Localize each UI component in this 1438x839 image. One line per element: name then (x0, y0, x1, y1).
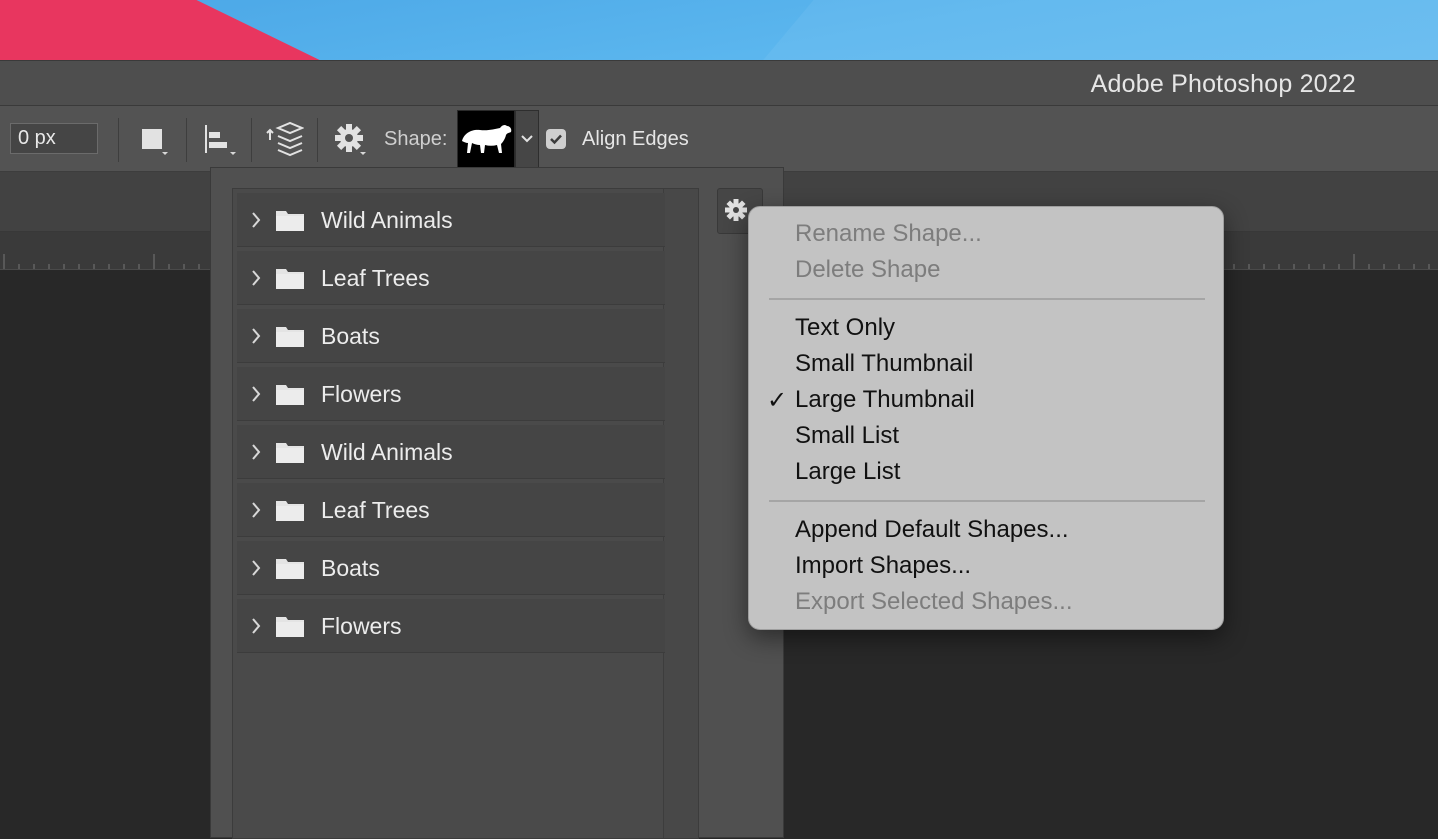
title-bar: Adobe Photoshop 2022 (0, 60, 1438, 106)
checkmark-icon: ✓ (767, 387, 788, 414)
list-scrollbar[interactable] (663, 189, 698, 838)
toolbar-separator (186, 118, 187, 162)
shape-group-label: Wild Animals (321, 439, 453, 465)
desktop-pink-shape (0, 0, 320, 60)
align-edges-checkbox[interactable] (546, 129, 566, 149)
menu-item-rename-shape: Rename Shape... (795, 220, 982, 247)
align-left-icon[interactable] (198, 120, 238, 158)
shape-picker-panel: Wild Animals Leaf Trees Boats Flowers Wild A… (210, 167, 784, 839)
shape-group-row[interactable]: Wild Animals (237, 193, 665, 247)
shape-preview-button[interactable] (457, 110, 515, 168)
chevron-right-icon[interactable] (249, 499, 263, 521)
chevron-right-icon[interactable] (249, 267, 263, 289)
menu-item-text-only[interactable]: Text Only (795, 314, 895, 342)
options-bar: Shape: Align Edges (0, 106, 1438, 172)
shape-label: Shape: (384, 128, 448, 150)
chevron-right-icon[interactable] (249, 441, 263, 463)
menu-item-export-selected-shapes: Export Selected Shapes... (795, 588, 1073, 615)
chevron-right-icon[interactable] (249, 209, 263, 231)
chevron-right-icon[interactable] (249, 615, 263, 637)
menu-item-import-shapes[interactable]: Import Shapes... (795, 552, 971, 580)
shape-group-row[interactable]: Boats (237, 309, 665, 363)
animal-silhouette-icon (462, 124, 512, 153)
folder-icon (276, 211, 304, 231)
gear-icon[interactable] (330, 120, 370, 158)
desktop-streak (729, 0, 1438, 60)
fill-square-icon[interactable] (132, 120, 172, 158)
shape-group-label: Boats (321, 323, 380, 349)
chevron-right-icon[interactable] (249, 557, 263, 579)
folder-icon (276, 269, 304, 289)
picker-context-menu: Rename Shape... Delete Shape Text Only Smal… (748, 206, 1224, 630)
shape-group-label: Wild Animals (321, 207, 453, 233)
chevron-down-icon (521, 135, 533, 143)
chevron-right-icon[interactable] (249, 325, 263, 347)
shape-group-label: Boats (321, 555, 380, 581)
menu-item-append-default-shapes[interactable]: Append Default Shapes... (795, 516, 1069, 544)
desktop-background (0, 0, 1438, 60)
menu-item-small-thumbnail[interactable]: Small Thumbnail (795, 350, 973, 378)
folder-icon (276, 443, 304, 463)
folder-icon (276, 385, 304, 405)
shape-group-row[interactable]: Boats (237, 541, 665, 595)
shape-dropdown-button[interactable] (515, 110, 539, 168)
menu-item-large-list[interactable]: Large List (795, 458, 900, 486)
menu-separator (769, 298, 1205, 300)
shape-group-row[interactable]: Wild Animals (237, 425, 665, 479)
folder-icon (276, 559, 304, 579)
menu-item-small-list[interactable]: Small List (795, 422, 899, 450)
toolbar-separator (118, 118, 119, 162)
toolbar-separator (317, 118, 318, 162)
shape-group-row[interactable]: Leaf Trees (237, 483, 665, 537)
folder-icon (276, 617, 304, 637)
align-edges-label: Align Edges (582, 128, 689, 150)
folder-icon (276, 501, 304, 521)
checkmark-icon (550, 134, 562, 145)
toolbar-separator (251, 118, 252, 162)
shape-group-row[interactable]: Leaf Trees (237, 251, 665, 305)
shape-group-row[interactable]: Flowers (237, 599, 665, 653)
shape-group-label: Leaf Trees (321, 497, 430, 523)
menu-item-delete-shape: Delete Shape (795, 256, 941, 283)
shape-group-list: Wild Animals Leaf Trees Boats Flowers Wild A… (232, 188, 699, 839)
menu-separator (769, 500, 1205, 502)
shape-group-label: Flowers (321, 381, 402, 407)
menu-item-large-thumbnail[interactable]: Large Thumbnail (795, 386, 975, 414)
arrange-layers-icon[interactable] (264, 120, 305, 158)
chevron-right-icon[interactable] (249, 383, 263, 405)
shape-group-label: Leaf Trees (321, 265, 430, 291)
app-title: Adobe Photoshop 2022 (1090, 70, 1356, 98)
corner-radius-input[interactable] (10, 123, 98, 154)
shape-group-label: Flowers (321, 613, 402, 639)
folder-icon (276, 327, 304, 347)
shape-group-row[interactable]: Flowers (237, 367, 665, 421)
